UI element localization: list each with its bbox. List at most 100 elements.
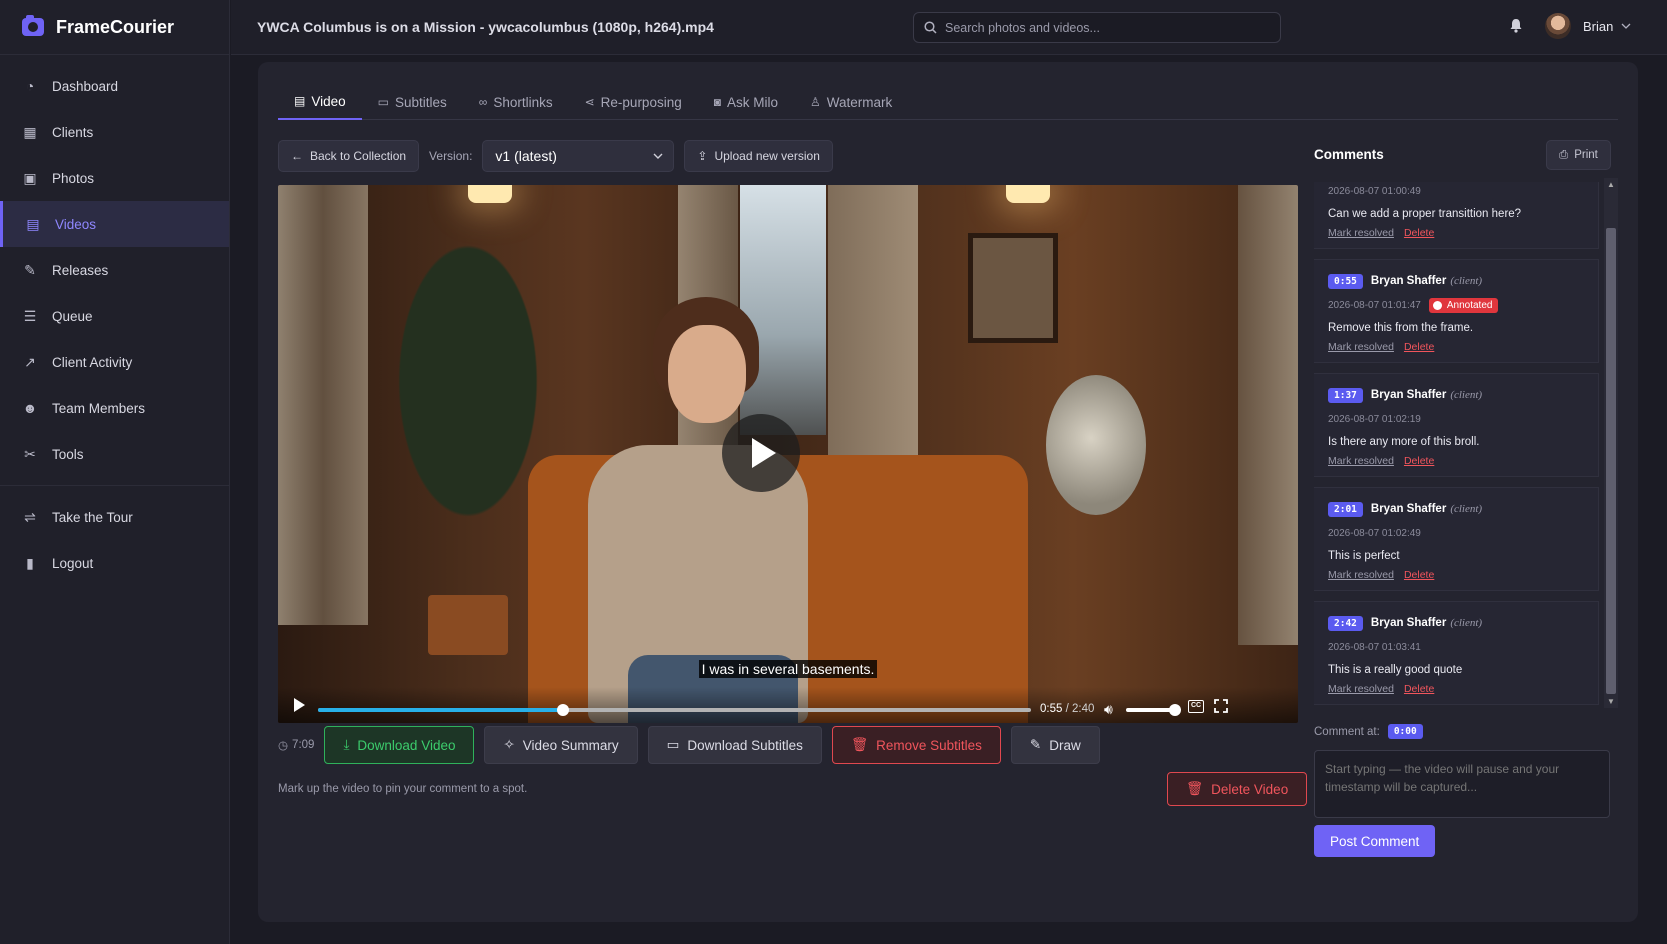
- print-button[interactable]: ⎙ Print: [1546, 140, 1611, 170]
- sidebar-item-releases[interactable]: ✎ Releases: [0, 247, 229, 293]
- back-label: Back to Collection: [310, 149, 407, 163]
- comment-role: (client): [1450, 617, 1483, 629]
- user-menu[interactable]: Brian: [1545, 13, 1631, 39]
- sidebar-item-take-the-tour[interactable]: ⇌ Take the Tour: [0, 494, 229, 540]
- sidebar-item-clients[interactable]: ▦ Clients: [0, 109, 229, 155]
- play-overlay-button[interactable]: [722, 414, 800, 492]
- comments-scrollbar[interactable]: ▲ ▼: [1604, 178, 1618, 708]
- play-button[interactable]: [294, 698, 305, 712]
- runtime: ◷ 7:09: [278, 738, 314, 752]
- video-scene-curtain: [1238, 185, 1298, 645]
- timestamp-badge[interactable]: 2:42: [1328, 615, 1363, 631]
- download-video-label: Download Video: [357, 737, 456, 753]
- tab-ask-milo[interactable]: ◙ Ask Milo: [698, 84, 794, 120]
- captions-button[interactable]: CC: [1188, 700, 1204, 713]
- search-box[interactable]: [913, 12, 1281, 43]
- download-subtitles-button[interactable]: ▭ Download Subtitles: [647, 726, 822, 764]
- volume-icon[interactable]: 🔊︎: [1104, 701, 1113, 718]
- sidebar-item-videos[interactable]: ▤ Videos: [0, 201, 229, 247]
- comment-list[interactable]: 2026-08-07 01:00:49 Can we add a proper …: [1314, 178, 1599, 746]
- video-player[interactable]: I was in several basements. 0:55 / 2:40 …: [278, 185, 1298, 723]
- video-actions: ◷ 7:09 ⤓ Download Video ✧ Video Summary ▭ Do…: [278, 726, 1110, 764]
- mark-resolved-link[interactable]: Mark resolved: [1328, 341, 1394, 353]
- annotated-badge[interactable]: Annotated: [1428, 297, 1499, 313]
- scroll-thumb[interactable]: [1606, 228, 1616, 694]
- avatar: [1545, 13, 1571, 39]
- comment-date: 2026-08-07 01:01:47: [1328, 299, 1421, 311]
- tab-subtitles[interactable]: ▭ Subtitles: [362, 84, 463, 120]
- comment-input[interactable]: [1314, 750, 1610, 818]
- tab-bar: ▤ Video ▭ Subtitles ∞ Shortlinks ⋖ Re-purpos…: [278, 84, 1618, 120]
- comment-actions: Mark resolved Delete: [1328, 227, 1586, 239]
- mark-resolved-link[interactable]: Mark resolved: [1328, 569, 1394, 581]
- sidebar-item-photos[interactable]: ▣ Photos: [0, 155, 229, 201]
- sidebar-item-label: Clients: [52, 124, 94, 140]
- mark-resolved-link[interactable]: Mark resolved: [1328, 227, 1394, 239]
- back-to-collection-button[interactable]: ← Back to Collection: [278, 140, 420, 172]
- progress-bar[interactable]: [318, 704, 1031, 716]
- chat-icon: ◙: [713, 95, 721, 109]
- delete-video-button[interactable]: 🗑︎ Delete Video: [1167, 772, 1308, 806]
- brand[interactable]: FrameCourier: [0, 0, 229, 55]
- post-comment-button[interactable]: Post Comment: [1314, 825, 1436, 857]
- chevron-up-icon[interactable]: ▲: [1607, 180, 1615, 189]
- sidebar-item-team-members[interactable]: ☻ Team Members: [0, 385, 229, 431]
- sidebar-item-label: Videos: [55, 216, 97, 232]
- tab-shortlinks[interactable]: ∞ Shortlinks: [463, 84, 569, 120]
- notifications-button[interactable]: [1509, 18, 1523, 38]
- delete-comment-link[interactable]: Delete: [1404, 455, 1434, 467]
- tab-video[interactable]: ▤ Video: [278, 84, 362, 120]
- draw-label: Draw: [1049, 737, 1081, 753]
- link-icon: ∞: [478, 95, 488, 109]
- upload-label: Upload new version: [714, 149, 820, 163]
- video-summary-button[interactable]: ✧ Video Summary: [484, 726, 638, 764]
- sidebar-item-label: Releases: [52, 262, 109, 278]
- video-scene-picture: [968, 233, 1058, 343]
- timestamp-badge[interactable]: 2:01: [1328, 501, 1363, 517]
- sidebar-item-client-activity[interactable]: ↗ Client Activity: [0, 339, 229, 385]
- mark-resolved-link[interactable]: Mark resolved: [1328, 683, 1394, 695]
- video-panel: ▤ Video ▭ Subtitles ∞ Shortlinks ⋖ Re-purpos…: [258, 62, 1638, 922]
- fullscreen-icon[interactable]: [1214, 699, 1228, 713]
- remove-subtitles-button[interactable]: 🗑︎ Remove Subtitles: [831, 726, 1001, 764]
- comment-at-label: Comment at:: [1314, 725, 1380, 738]
- search-icon: [924, 21, 937, 34]
- volume-thumb[interactable]: [1169, 704, 1181, 716]
- trash-icon: 🗑︎: [850, 737, 869, 752]
- sidebar-item-dashboard[interactable]: ◔ Dashboard: [0, 63, 229, 109]
- upload-new-version-button[interactable]: ⇪ Upload new version: [684, 140, 833, 172]
- chevron-down-icon[interactable]: ▼: [1607, 697, 1615, 706]
- sidebar-item-label: Logout: [52, 555, 94, 571]
- search-input[interactable]: [945, 20, 1265, 35]
- comment-date: 2026-08-07 01:02:49: [1328, 527, 1421, 539]
- draw-button[interactable]: ✎ Draw: [1010, 726, 1100, 764]
- mark-resolved-link[interactable]: Mark resolved: [1328, 455, 1394, 467]
- sidebar: FrameCourier ◔ Dashboard ▦ Clients ▣ Pho…: [0, 0, 230, 944]
- volume-slider[interactable]: [1126, 708, 1174, 712]
- dashboard-icon: ◔: [25, 78, 35, 94]
- progress-thumb[interactable]: [557, 704, 570, 716]
- delete-comment-link[interactable]: Delete: [1404, 569, 1434, 581]
- comment-item: 0:55 Bryan Shaffer (client) 2026-08-07 01:…: [1314, 259, 1599, 363]
- sidebar-item-logout[interactable]: ▮ Logout: [0, 540, 229, 586]
- timestamp-badge[interactable]: 1:37: [1328, 387, 1363, 403]
- timestamp-badge[interactable]: 0:55: [1328, 273, 1363, 289]
- tab-watermark[interactable]: ♙ Watermark: [794, 84, 908, 120]
- sidebar-item-queue[interactable]: ☰ Queue: [0, 293, 229, 339]
- sidebar-nav: ◔ Dashboard ▦ Clients ▣ Photos ▤ Videos …: [0, 55, 229, 586]
- comment-role: (client): [1450, 389, 1483, 401]
- download-icon: ⤓: [343, 737, 350, 752]
- sidebar-item-label: Queue: [52, 308, 93, 324]
- delete-comment-link[interactable]: Delete: [1404, 227, 1434, 239]
- version-select[interactable]: v1 (latest): [482, 140, 675, 172]
- sidebar-item-tools[interactable]: ✂ Tools: [0, 431, 229, 477]
- download-video-button[interactable]: ⤓ Download Video: [324, 726, 475, 764]
- tab-re-purposing[interactable]: ⋖ Re-purposing: [569, 84, 698, 120]
- video-scene-lamp: [468, 185, 512, 203]
- cc-icon: ▭: [666, 737, 680, 752]
- delete-comment-link[interactable]: Delete: [1404, 341, 1434, 353]
- film-icon: ▤: [26, 215, 40, 232]
- stamp-icon: ♙: [809, 95, 821, 109]
- delete-comment-link[interactable]: Delete: [1404, 683, 1434, 695]
- sidebar-item-label: Take the Tour: [52, 509, 133, 525]
